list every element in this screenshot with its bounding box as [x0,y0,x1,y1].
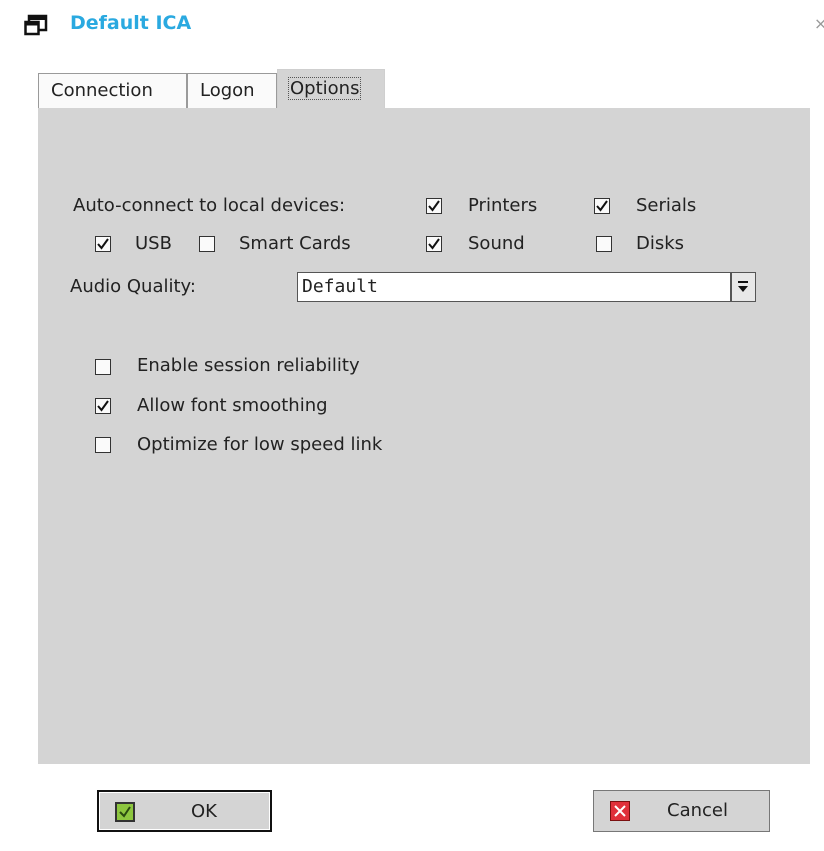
cancel-label: Cancel [667,800,728,821]
cancel-button[interactable]: Cancel [593,790,770,832]
low-speed-link-checkbox[interactable] [95,437,111,453]
session-reliability-label: Enable session reliability [137,355,360,376]
checkmark-icon [115,802,135,822]
printers-checkbox[interactable] [426,198,442,214]
printers-label: Printers [468,195,538,216]
ok-label: OK [191,801,217,822]
serials-label: Serials [636,195,697,216]
x-mark-icon [610,801,630,821]
tab-connection[interactable]: Connection [38,73,187,109]
font-smoothing-checkbox[interactable] [95,398,111,414]
usb-checkbox[interactable] [95,236,111,252]
disks-label: Disks [636,233,685,254]
audio-quality-value: Default [302,276,378,297]
sound-checkbox[interactable] [426,236,442,252]
window-icon [24,14,48,38]
smart-cards-checkbox[interactable] [199,236,215,252]
close-icon[interactable]: × [814,14,824,33]
sound-label: Sound [468,233,525,254]
window-title: Default ICA [70,12,192,34]
tab-label: Connection [51,80,153,101]
tab-options[interactable]: Options [277,69,385,109]
session-reliability-checkbox[interactable] [95,359,111,375]
serials-checkbox[interactable] [594,198,610,214]
usb-label: USB [135,233,172,254]
ok-button[interactable]: OK [97,790,272,832]
tab-logon[interactable]: Logon [187,73,277,109]
smart-cards-label: Smart Cards [239,233,351,254]
font-smoothing-label: Allow font smoothing [137,395,328,416]
disks-checkbox[interactable] [596,236,612,252]
chevron-down-icon[interactable] [730,272,756,302]
tab-label: Logon [200,80,255,101]
audio-quality-label: Audio Quality: [70,276,196,297]
tab-label: Options [288,77,362,100]
low-speed-link-label: Optimize for low speed link [137,434,383,455]
audio-quality-select[interactable]: Default [297,272,756,302]
autoconnect-label: Auto-connect to local devices: [73,195,346,216]
